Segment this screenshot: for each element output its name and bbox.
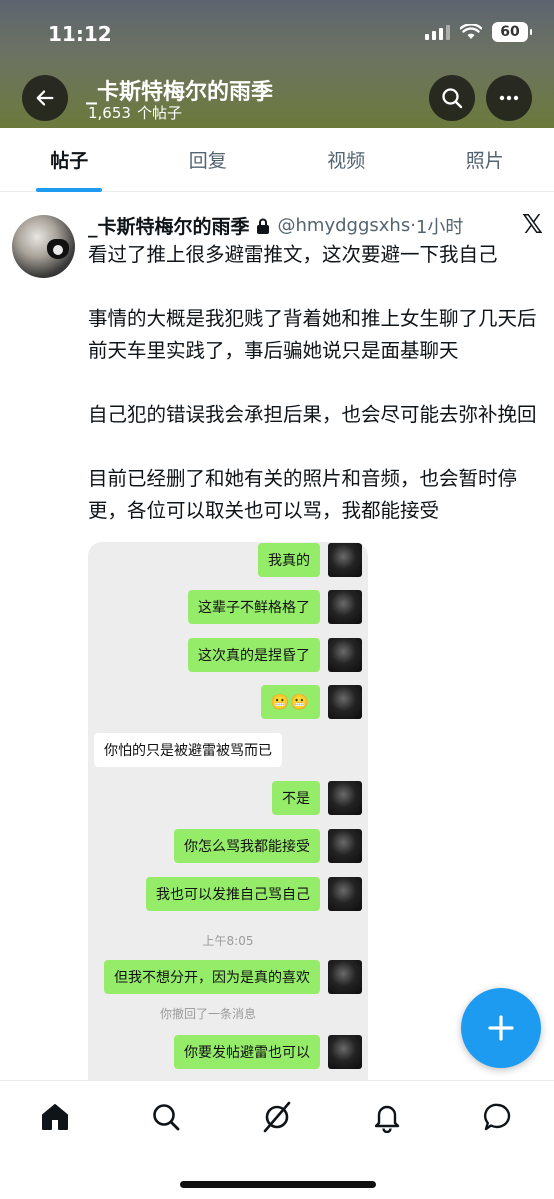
plus-icon — [488, 1015, 514, 1041]
chat-bubble: 但我不想分开，因为是真的喜欢 — [104, 960, 320, 994]
chat-message: 我也可以发推自己骂自己 — [146, 877, 362, 911]
chat-avatar — [328, 543, 362, 577]
chat-message: 不是 — [272, 781, 362, 815]
status-time: 11:12 — [48, 22, 112, 46]
chat-bubble: 我真的 — [258, 543, 320, 577]
chat-bubble: 你怎么骂我都能接受 — [174, 829, 320, 863]
chat-avatar — [328, 638, 362, 672]
back-arrow-icon — [36, 90, 54, 106]
post-handle[interactable]: @hmydggsxhs — [278, 215, 411, 236]
lock-icon — [256, 218, 270, 234]
nav-grok[interactable] — [259, 1099, 295, 1135]
chat-bubble: 我也可以发推自己骂自己 — [146, 877, 320, 911]
signal-icon — [425, 24, 450, 40]
chat-screenshot-image[interactable]: 我真的 这辈子不鲜格格了 这次真的是捏昏了 😬😬 你怕的只是被避雷被骂而已 不是… — [88, 542, 368, 1102]
status-icons: 60 — [425, 22, 532, 42]
post-count: 1,653 个帖子 — [88, 102, 188, 123]
home-indicator — [180, 1181, 376, 1188]
chat-avatar — [328, 1035, 362, 1069]
chat-message: 但我不想分开，因为是真的喜欢 — [104, 960, 362, 994]
avatar-cat-shape — [47, 239, 69, 259]
home-icon — [42, 1104, 68, 1130]
chat-message: 你怕的只是被避雷被骂而已 — [94, 733, 282, 767]
post-paragraph: 看过了推上很多避雷推文，这次要避一下我自己 — [88, 243, 498, 266]
search-icon — [153, 1104, 180, 1131]
battery-icon: 60 — [492, 22, 532, 42]
nav-notifications[interactable] — [369, 1099, 405, 1135]
post-count-label: 个帖子 — [136, 104, 182, 122]
chat-bubble: 你怕的只是被避雷被骂而已 — [94, 733, 282, 767]
chat-bubble: 这辈子不鲜格格了 — [188, 590, 320, 624]
nav-search[interactable] — [148, 1099, 184, 1135]
back-button[interactable] — [22, 75, 68, 121]
tab-photos[interactable]: 照片 — [416, 128, 554, 191]
post-text: 看过了推上很多避雷推文，这次要避一下我自己 事情的大概是我犯贱了背着她和推上女生… — [88, 239, 546, 527]
nav-messages[interactable] — [480, 1099, 516, 1135]
chat-bubble: 你要发帖避雷也可以 — [174, 1035, 320, 1069]
post-display-name[interactable]: _卡斯特梅尔的雨季 — [88, 212, 250, 239]
chat-bubble: 不是 — [272, 781, 320, 815]
chat-avatar — [328, 781, 362, 815]
chat-avatar — [328, 877, 362, 911]
tab-posts[interactable]: 帖子 — [0, 128, 139, 191]
tab-replies[interactable]: 回复 — [139, 128, 278, 191]
wifi-icon — [460, 24, 482, 39]
search-icon — [442, 88, 463, 109]
nav-home[interactable] — [37, 1099, 73, 1135]
chat-message: 你怎么骂我都能接受 — [174, 829, 362, 863]
post-paragraph: 事情的大概是我犯贱了背着她和推上女生聊了几天后前天车里实践了，事后骗她说只是面基… — [88, 307, 537, 362]
profile-tabs: 帖子 回复 视频 照片 — [0, 128, 554, 192]
chat-avatar — [328, 590, 362, 624]
chat-message: 这辈子不鲜格格了 — [188, 590, 362, 624]
more-dots-icon — [499, 95, 519, 101]
chat-avatar — [328, 685, 362, 719]
post-paragraph: 目前已经删了和她有关的照片和音频，也会暂时停更，各位可以取关也可以骂，我都能接受 — [88, 467, 518, 522]
post-header: _卡斯特梅尔的雨季 @hmydggsxhs · 1小时 𝕏 — [88, 210, 543, 240]
chat-message: 你要发帖避雷也可以 — [174, 1035, 362, 1069]
chat-recall-notice: 你撤回了一条消息 — [160, 1007, 257, 1021]
grok-icon — [263, 1101, 291, 1133]
message-icon — [483, 1103, 511, 1131]
chat-bubble: 😬😬 — [260, 685, 320, 719]
post-paragraph: 自己犯的错误我会承担后果，也会尽可能去弥补挽回 — [88, 403, 537, 426]
bell-icon — [374, 1105, 400, 1133]
compose-button[interactable] — [461, 988, 541, 1068]
chat-message: 😬😬 — [260, 685, 362, 719]
post-avatar[interactable] — [12, 215, 75, 278]
chat-avatar — [328, 829, 362, 863]
chat-avatar — [328, 960, 362, 994]
search-button[interactable] — [429, 75, 475, 121]
post-count-value: 1,653 — [88, 104, 131, 122]
chat-bubble: 这次真的是捏昏了 — [188, 638, 320, 672]
chat-message: 这次真的是捏昏了 — [188, 638, 362, 672]
more-button[interactable] — [486, 75, 532, 121]
chat-message: 我真的 — [258, 543, 362, 577]
post-time[interactable]: 1小时 — [416, 213, 463, 239]
profile-header: 11:12 60 _卡斯特梅尔的雨季 1,653 个帖子 — [0, 0, 554, 128]
x-logo-icon: 𝕏 — [522, 210, 543, 240]
chat-timestamp: 上午8:05 — [202, 934, 254, 948]
tab-videos[interactable]: 视频 — [277, 128, 416, 191]
